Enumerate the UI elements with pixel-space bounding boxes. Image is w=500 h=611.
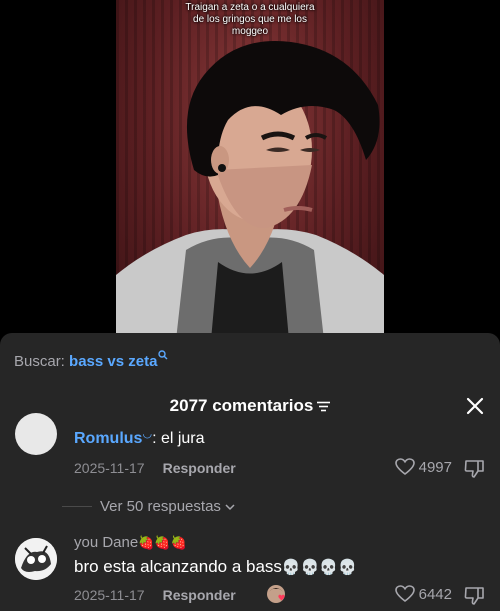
comment-text-line: bro esta alcanzando a bass💀💀💀💀 [74,557,357,578]
comment-text: : el jura [152,430,205,447]
search-icon[interactable] [158,347,168,365]
comment-text: bro esta alcanzando a bass [74,557,282,576]
comment-author[interactable]: Romulus [74,430,142,447]
close-icon[interactable] [466,397,484,415]
comment-date: 2025-11-17 [74,587,145,603]
comment-author[interactable]: you Dane [74,534,138,551]
view-replies-label: Ver 50 respuestas [100,498,221,515]
chevron-down-icon [225,498,235,515]
reply-button[interactable]: Responder [163,587,236,603]
heart-icon [394,458,415,476]
creator-liked-avatar [266,584,288,606]
video-person-image [116,40,384,340]
like-count: 6442 [418,585,452,603]
reply-button[interactable]: Responder [163,460,236,476]
view-replies-button[interactable]: Ver 50 respuestas [100,498,235,515]
like-button[interactable]: 4997 [394,458,452,476]
comments-panel: Buscar: bass vs zeta 2077 comentarios Ro… [0,333,500,611]
video-frame[interactable]: Traigan a zeta o a cualquiera de los gri… [116,0,384,340]
heart-icon [394,585,415,603]
comment-meta: 2025-11-17 Responder [74,460,236,476]
like-button[interactable]: 6442 [394,585,452,603]
search-term-link[interactable]: bass vs zeta [69,353,157,370]
avatar[interactable] [15,538,57,580]
comment-author-line: Romulus◡: el jura [74,428,205,450]
video-caption: Traigan a zeta o a cualquiera de los gri… [116,2,384,38]
comment-author-line: you Dane🍓🍓🍓 [74,533,187,553]
strawberry-emoji: 🍓🍓🍓 [138,535,187,550]
replies-divider [62,506,92,507]
comment-count: 2077 comentarios [169,396,314,415]
sort-filter-icon[interactable] [317,399,331,417]
caption-line-3: moggeo [231,26,269,37]
comments-header: 2077 comentarios [0,396,500,420]
verified-icon: ◡ [142,428,153,440]
caption-line-1: Traigan a zeta o a cualquiera [185,2,315,13]
search-suggestion[interactable]: Buscar: bass vs zeta [14,350,168,371]
like-count: 4997 [418,458,452,476]
comment-date: 2025-11-17 [74,460,145,476]
skull-emoji: 💀💀💀💀 [281,559,357,576]
search-label: Buscar: [14,353,65,370]
caption-line-2: de los gringos que me los [193,14,307,25]
dislike-icon[interactable] [464,459,486,479]
dislike-icon[interactable] [464,586,486,606]
comment-meta: 2025-11-17 Responder [74,587,236,603]
video-area[interactable]: Traigan a zeta o a cualquiera de los gri… [0,0,500,340]
avatar[interactable] [15,413,57,455]
